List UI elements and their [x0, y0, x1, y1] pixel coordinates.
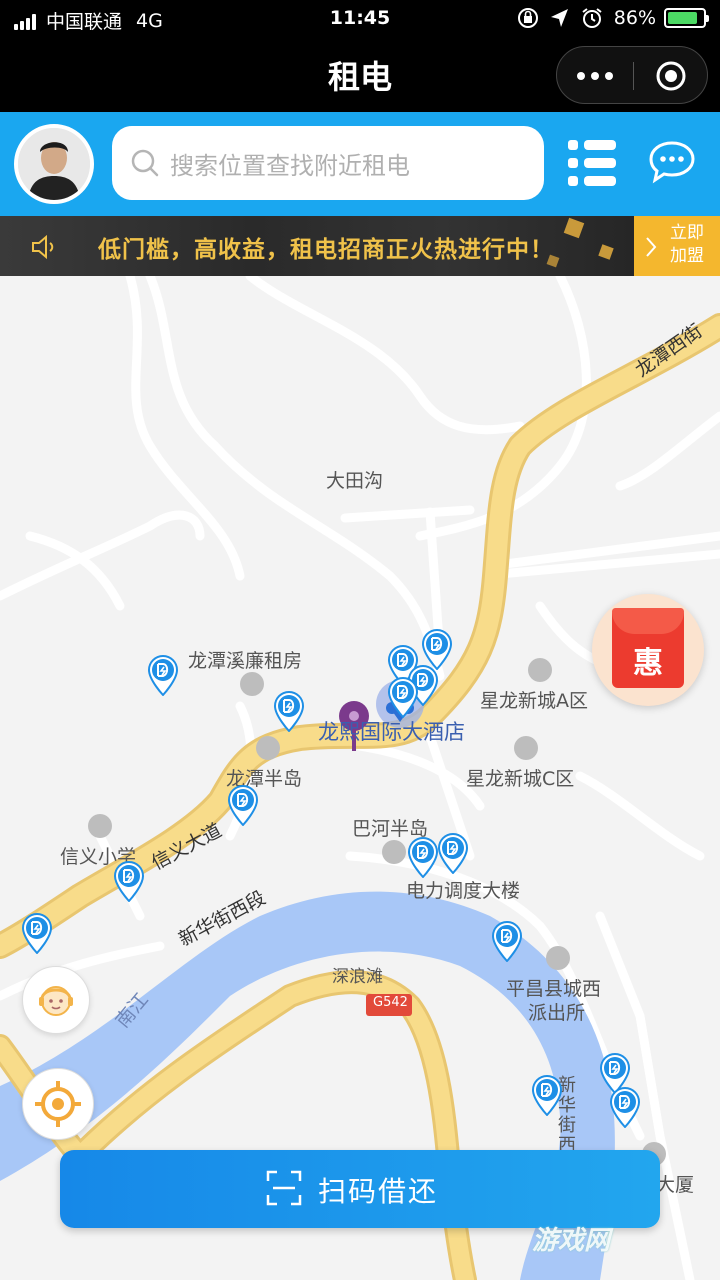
- rental-station-marker[interactable]: [112, 860, 146, 903]
- station-pin-icon: [491, 921, 523, 963]
- station-pin-icon: [227, 785, 259, 827]
- place-label: 平昌县城西: [506, 978, 602, 1000]
- station-pin-icon: [147, 655, 179, 697]
- chat-bubble-icon[interactable]: [648, 140, 696, 184]
- scan-label: 扫码借还: [318, 1175, 439, 1208]
- place-label-hotel: 龙熙国际大酒店: [318, 720, 465, 744]
- station-pin-icon: [531, 1075, 563, 1117]
- station-pin-icon: [21, 913, 53, 955]
- miniprogram-capsule: [556, 46, 708, 104]
- customer-service-icon: [39, 986, 73, 1016]
- search-icon: [131, 149, 159, 177]
- poi-school-icon: [88, 814, 112, 838]
- place-label: 星龙新城C区: [466, 768, 575, 790]
- promo-banner[interactable]: 低门槛，高收益，租电招商正火热进行中！ 立即加盟: [0, 216, 720, 276]
- hongbao-button[interactable]: 惠: [592, 594, 704, 706]
- station-pin-icon: [407, 837, 439, 879]
- banner-text: 低门槛，高收益，租电招商正火热进行中！: [98, 237, 554, 263]
- title-bar: 租电: [0, 38, 720, 112]
- hongbao-label: 惠: [633, 646, 663, 681]
- list-icon[interactable]: [566, 138, 618, 188]
- chevron-right-icon: [646, 237, 657, 257]
- scan-button[interactable]: 扫码借还: [60, 1150, 660, 1228]
- rental-station-marker[interactable]: [436, 832, 470, 875]
- station-pin-icon: [609, 1087, 641, 1129]
- poi-home-icon: [256, 736, 280, 760]
- speaker-icon: [32, 234, 54, 260]
- customer-service-button[interactable]: [22, 966, 90, 1034]
- station-pin-icon: [387, 677, 419, 719]
- join-label: 立即加盟: [670, 223, 704, 266]
- avatar[interactable]: [14, 124, 94, 204]
- alarm-icon: [582, 8, 602, 28]
- map[interactable]: 龙潭西街 信义大道 新华街西段 G542 南江 新华街西 大田沟 龙潭溪廉租房 …: [0, 276, 720, 1280]
- close-button[interactable]: [633, 47, 709, 105]
- avatar-image: [18, 128, 90, 200]
- status-bar: 中国联通 4G 11:45 86%: [0, 0, 720, 38]
- scan-icon: [266, 1170, 302, 1206]
- rental-station-marker[interactable]: [146, 654, 180, 697]
- more-button[interactable]: [557, 47, 633, 105]
- place-label: 电力调度大楼: [406, 880, 521, 902]
- map-base: [0, 276, 720, 1280]
- search-input[interactable]: 搜索位置查找附近租电: [112, 126, 544, 200]
- search-placeholder: 搜索位置查找附近租电: [170, 151, 410, 180]
- place-label: 星龙新城A区: [480, 690, 588, 712]
- location-arrow-icon: [550, 9, 568, 27]
- rental-station-marker[interactable]: [608, 1086, 642, 1129]
- status-right: 86%: [508, 7, 709, 29]
- station-pin-icon: [273, 691, 305, 733]
- place-label: 龙潭溪廉租房: [188, 650, 303, 672]
- place-label: 深浪滩: [332, 967, 383, 987]
- poi-home-icon: [528, 658, 552, 682]
- station-pin-icon: [113, 861, 145, 903]
- rental-station-marker[interactable]: [226, 784, 260, 827]
- battery-fill: [668, 12, 698, 24]
- locate-button[interactable]: [22, 1068, 94, 1140]
- battery-percent: 86%: [613, 7, 656, 29]
- more-dots-icon: [577, 72, 585, 80]
- red-envelope-icon: 惠: [612, 608, 684, 688]
- rental-station-marker[interactable]: [490, 920, 524, 963]
- place-label: 大田沟: [326, 470, 384, 492]
- rental-station-marker[interactable]: [530, 1074, 564, 1117]
- road-shield-label: G542: [373, 995, 408, 1010]
- red-envelope-flap: [612, 608, 684, 634]
- rental-station-marker[interactable]: [406, 836, 440, 879]
- rental-station-marker[interactable]: [20, 912, 54, 955]
- locate-icon: [35, 1081, 81, 1127]
- poi-home-icon: [240, 672, 264, 696]
- place-label: 派出所: [528, 1002, 586, 1024]
- battery-icon: [664, 8, 709, 28]
- rental-station-marker[interactable]: [272, 690, 306, 733]
- rental-station-marker[interactable]: [386, 676, 420, 719]
- poi-home-icon: [382, 840, 406, 864]
- circle-target-icon: [656, 61, 686, 91]
- watermark: 游戏网: [532, 1226, 611, 1256]
- join-button[interactable]: 立即加盟: [634, 216, 720, 276]
- lock-rotation-icon: [517, 8, 538, 28]
- place-label: 大厦: [656, 1174, 695, 1196]
- more-dot: [591, 72, 599, 80]
- station-pin-icon: [437, 833, 469, 875]
- poi-police-icon: [546, 946, 570, 970]
- poi-home-icon: [514, 736, 538, 760]
- more-dot: [605, 72, 613, 80]
- header: 搜索位置查找附近租电: [0, 112, 720, 216]
